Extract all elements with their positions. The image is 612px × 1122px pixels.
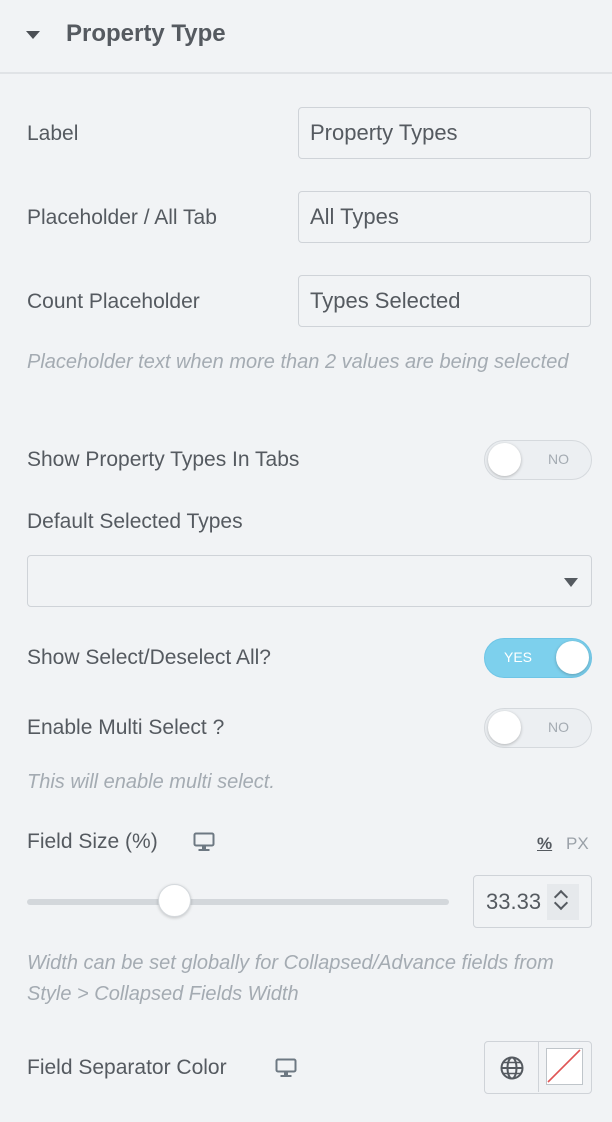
separator-color-label: Field Separator Color — [27, 1056, 227, 1079]
count-placeholder-field-label: Count Placeholder — [27, 290, 200, 313]
section-header[interactable]: Property Type — [0, 0, 612, 74]
field-size-label: Field Size (%) — [27, 830, 158, 853]
show-in-tabs-toggle[interactable]: NO — [484, 440, 592, 480]
no-color-icon — [547, 1049, 581, 1083]
unit-px[interactable]: PX — [566, 834, 589, 854]
select-deselect-all-toggle[interactable]: YES — [484, 638, 592, 678]
color-swatch[interactable] — [546, 1048, 583, 1085]
global-colors-button[interactable] — [485, 1042, 539, 1092]
multi-select-toggle[interactable]: NO — [484, 708, 592, 748]
label-field-label: Label — [27, 122, 79, 145]
settings-panel: Property Type Label Placeholder / All Ta… — [0, 0, 612, 1122]
toggle-knob — [488, 443, 521, 476]
toggle-knob — [556, 641, 589, 674]
chevron-down-icon — [564, 578, 578, 587]
desktop-monitor-icon[interactable] — [275, 1058, 297, 1078]
toggle-state-label: NO — [548, 719, 569, 735]
toggle-state-label: YES — [504, 649, 533, 665]
multi-select-help: This will enable multi select. — [27, 771, 275, 793]
toggle-state-label: NO — [548, 451, 569, 467]
globe-icon — [500, 1056, 524, 1080]
toggle-knob — [488, 711, 521, 744]
multi-select-label: Enable Multi Select ? — [27, 716, 225, 739]
count-placeholder-input[interactable] — [298, 275, 591, 327]
default-selected-label: Default Selected Types — [27, 510, 243, 533]
label-input[interactable] — [298, 107, 591, 159]
show-in-tabs-label: Show Property Types In Tabs — [27, 448, 300, 471]
field-size-help: Width can be set globally for Collapsed/… — [27, 952, 554, 1005]
field-size-slider[interactable] — [27, 899, 449, 905]
count-placeholder-help: Placeholder text when more than 2 values… — [27, 351, 569, 373]
section-title: Property Type — [66, 20, 226, 47]
unit-percent[interactable]: % — [537, 834, 552, 854]
desktop-monitor-icon[interactable] — [193, 832, 215, 852]
field-size-number-input[interactable]: 33.33 — [473, 875, 592, 928]
slider-handle[interactable] — [158, 884, 192, 917]
field-size-value[interactable]: 33.33 — [486, 889, 541, 915]
placeholder-field-label: Placeholder / All Tab — [27, 206, 217, 229]
number-stepper[interactable] — [547, 884, 579, 920]
placeholder-input[interactable] — [298, 191, 591, 243]
default-selected-select[interactable] — [27, 555, 592, 607]
caret-down-icon[interactable] — [26, 31, 40, 39]
select-deselect-all-label: Show Select/Deselect All? — [27, 646, 271, 669]
color-picker-group — [484, 1041, 592, 1094]
